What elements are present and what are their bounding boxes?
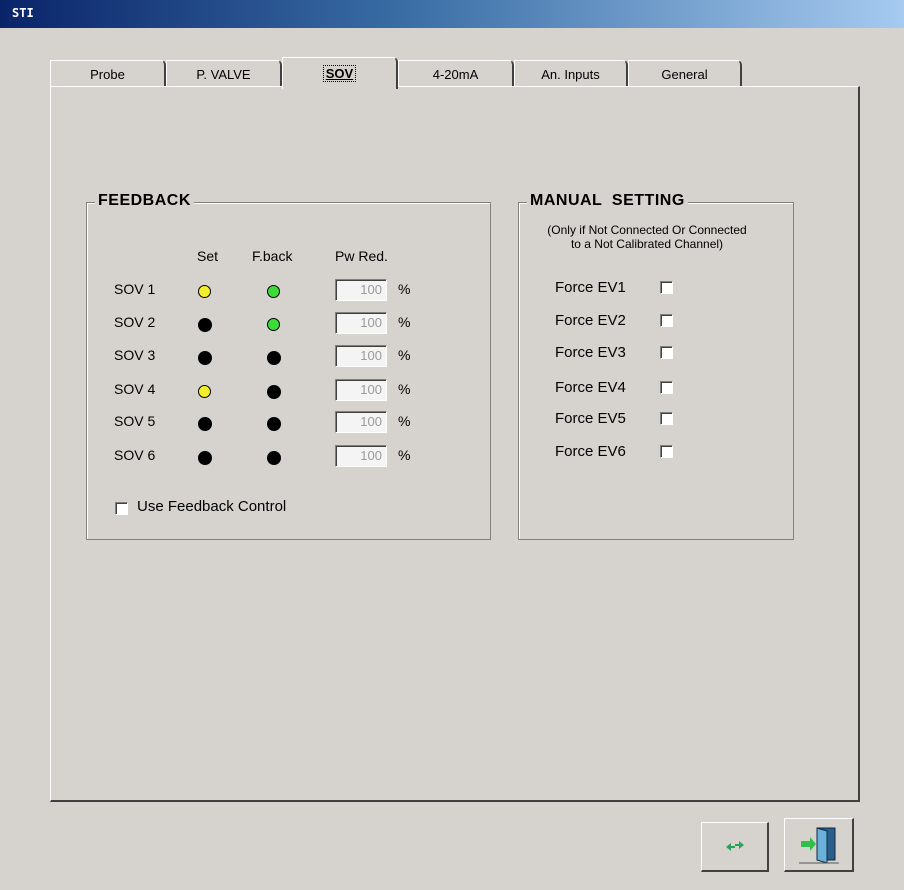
exit-button[interactable] <box>784 818 854 872</box>
feedback-indicator <box>267 351 281 365</box>
manual-note-line2: to a Not Calibrated Channel) <box>570 237 724 251</box>
percent-unit: % <box>398 347 411 363</box>
pw-red-field[interactable]: 100 <box>335 411 387 433</box>
set-indicator <box>198 451 212 465</box>
feedback-indicator <box>267 417 281 431</box>
col-set-header: Set <box>197 248 219 264</box>
feedback-title: FEEDBACK <box>95 192 194 210</box>
feedback-indicator <box>267 318 280 331</box>
manual-note-line1: (Only if Not Connected Or Connected <box>547 223 747 237</box>
use-feedback-label[interactable]: Use Feedback Control <box>137 498 286 515</box>
sov-label: SOV 6 <box>114 447 156 463</box>
tab-4-20ma[interactable]: 4-20mA <box>398 60 514 87</box>
tab-an-inputs[interactable]: An. Inputs <box>514 60 628 87</box>
force-ev-label: Force EV6 <box>555 443 626 460</box>
tab-general[interactable]: General <box>628 60 742 87</box>
tab-probe[interactable]: Probe <box>50 60 166 87</box>
tab-panel: FEEDBACK Set F.back Pw Red. SOV 1 100 % … <box>50 86 860 802</box>
pw-red-field[interactable]: 100 <box>335 445 387 467</box>
feedback-indicator <box>267 285 280 298</box>
set-indicator <box>198 417 212 431</box>
pw-red-field[interactable]: 100 <box>335 279 387 301</box>
set-indicator <box>198 351 212 365</box>
manual-setting-title: MANUAL SETTING <box>527 192 688 210</box>
percent-unit: % <box>398 413 411 429</box>
window-title: STI <box>12 6 34 20</box>
set-indicator <box>198 385 211 398</box>
force-ev5-checkbox[interactable] <box>660 412 673 425</box>
force-ev1-checkbox[interactable] <box>660 281 673 294</box>
sov-label: SOV 2 <box>114 314 156 330</box>
feedback-indicator <box>267 451 281 465</box>
set-indicator <box>198 318 212 332</box>
tab-label: Probe <box>90 66 125 82</box>
refresh-icon <box>725 840 744 851</box>
set-indicator <box>198 285 211 298</box>
sov-label: SOV 4 <box>114 381 156 397</box>
percent-unit: % <box>398 281 411 297</box>
col-fback-header: F.back <box>252 248 293 264</box>
manual-setting-group: MANUAL SETTING (Only if Not Connected Or… <box>518 192 794 540</box>
tab-label: An. Inputs <box>541 66 600 82</box>
force-ev2-checkbox[interactable] <box>660 314 673 327</box>
feedback-group: FEEDBACK Set F.back Pw Red. SOV 1 100 % … <box>86 192 491 540</box>
sov-label: SOV 5 <box>114 413 156 429</box>
exit-door-icon <box>798 826 839 864</box>
force-ev-label: Force EV2 <box>555 312 626 329</box>
col-pw-header: Pw Red. <box>335 248 388 264</box>
force-ev3-checkbox[interactable] <box>660 346 673 359</box>
pw-red-field[interactable]: 100 <box>335 379 387 401</box>
tab-label: 4-20mA <box>432 66 479 82</box>
force-ev-label: Force EV1 <box>555 279 626 296</box>
pw-red-field[interactable]: 100 <box>335 312 387 334</box>
percent-unit: % <box>398 447 411 463</box>
tab-p-valve[interactable]: P. VALVE <box>166 60 282 87</box>
pw-red-field[interactable]: 100 <box>335 345 387 367</box>
percent-unit: % <box>398 314 411 330</box>
use-feedback-checkbox[interactable] <box>115 502 128 515</box>
percent-unit: % <box>398 381 411 397</box>
tab-label: General <box>661 66 708 82</box>
force-ev-label: Force EV4 <box>555 379 626 396</box>
tab-label: SOV <box>322 65 357 82</box>
refresh-button[interactable] <box>701 822 769 872</box>
force-ev4-checkbox[interactable] <box>660 381 673 394</box>
force-ev6-checkbox[interactable] <box>660 445 673 458</box>
title-bar: STI <box>0 0 904 28</box>
force-ev-label: Force EV3 <box>555 344 626 361</box>
feedback-indicator <box>267 385 281 399</box>
sov-label: SOV 3 <box>114 347 156 363</box>
tab-sov[interactable]: SOV <box>282 57 398 89</box>
sov-label: SOV 1 <box>114 281 156 297</box>
force-ev-label: Force EV5 <box>555 410 626 427</box>
tab-label: P. VALVE <box>196 66 251 82</box>
